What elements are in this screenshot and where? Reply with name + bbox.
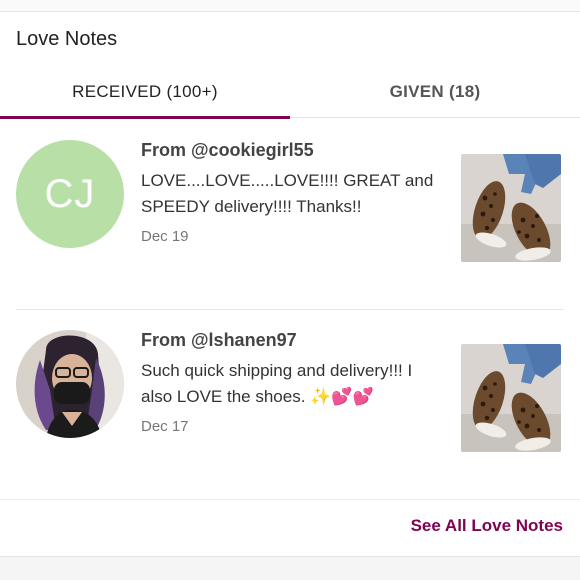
top-divider — [0, 0, 580, 12]
love-notes-card: Love Notes RECEIVED (100+) GIVEN (18) CJ… — [0, 0, 580, 580]
note-from-username[interactable]: From @cookiegirl55 — [141, 140, 436, 161]
listing-thumbnail[interactable] — [461, 154, 561, 262]
see-all-love-notes-link[interactable]: See All Love Notes — [411, 516, 563, 536]
leopard-shoes-image — [461, 154, 561, 262]
love-note-item: CJ From @cookiegirl55 LOVE....LOVE.....L… — [0, 120, 580, 310]
love-note-item: From @lshanen97 Such quick shipping and … — [0, 310, 580, 500]
note-body: From @lshanen97 Such quick shipping and … — [141, 330, 436, 435]
avatar[interactable] — [16, 330, 124, 438]
note-body: From @cookiegirl55 LOVE....LOVE.....LOVE… — [141, 140, 436, 245]
bottom-strip — [0, 556, 580, 580]
avatar-initials: CJ — [44, 171, 96, 216]
note-from-username[interactable]: From @lshanen97 — [141, 330, 436, 351]
note-date: Dec 19 — [141, 228, 189, 245]
tab-received[interactable]: RECEIVED (100+) — [0, 66, 290, 119]
tab-given[interactable]: GIVEN (18) — [290, 66, 580, 118]
tab-bar: RECEIVED (100+) GIVEN (18) — [0, 66, 580, 119]
leopard-shoes-image — [461, 344, 561, 452]
note-text: LOVE....LOVE.....LOVE!!!! GREAT and SPEE… — [141, 171, 434, 216]
note-date: Dec 17 — [141, 418, 189, 435]
user-photo-avatar — [16, 330, 124, 438]
card-title: Love Notes — [16, 28, 118, 50]
note-text: Such quick shipping and delivery!!! I al… — [141, 361, 413, 406]
avatar[interactable]: CJ — [16, 140, 124, 248]
footer-divider — [0, 499, 580, 500]
listing-thumbnail[interactable] — [461, 344, 561, 452]
